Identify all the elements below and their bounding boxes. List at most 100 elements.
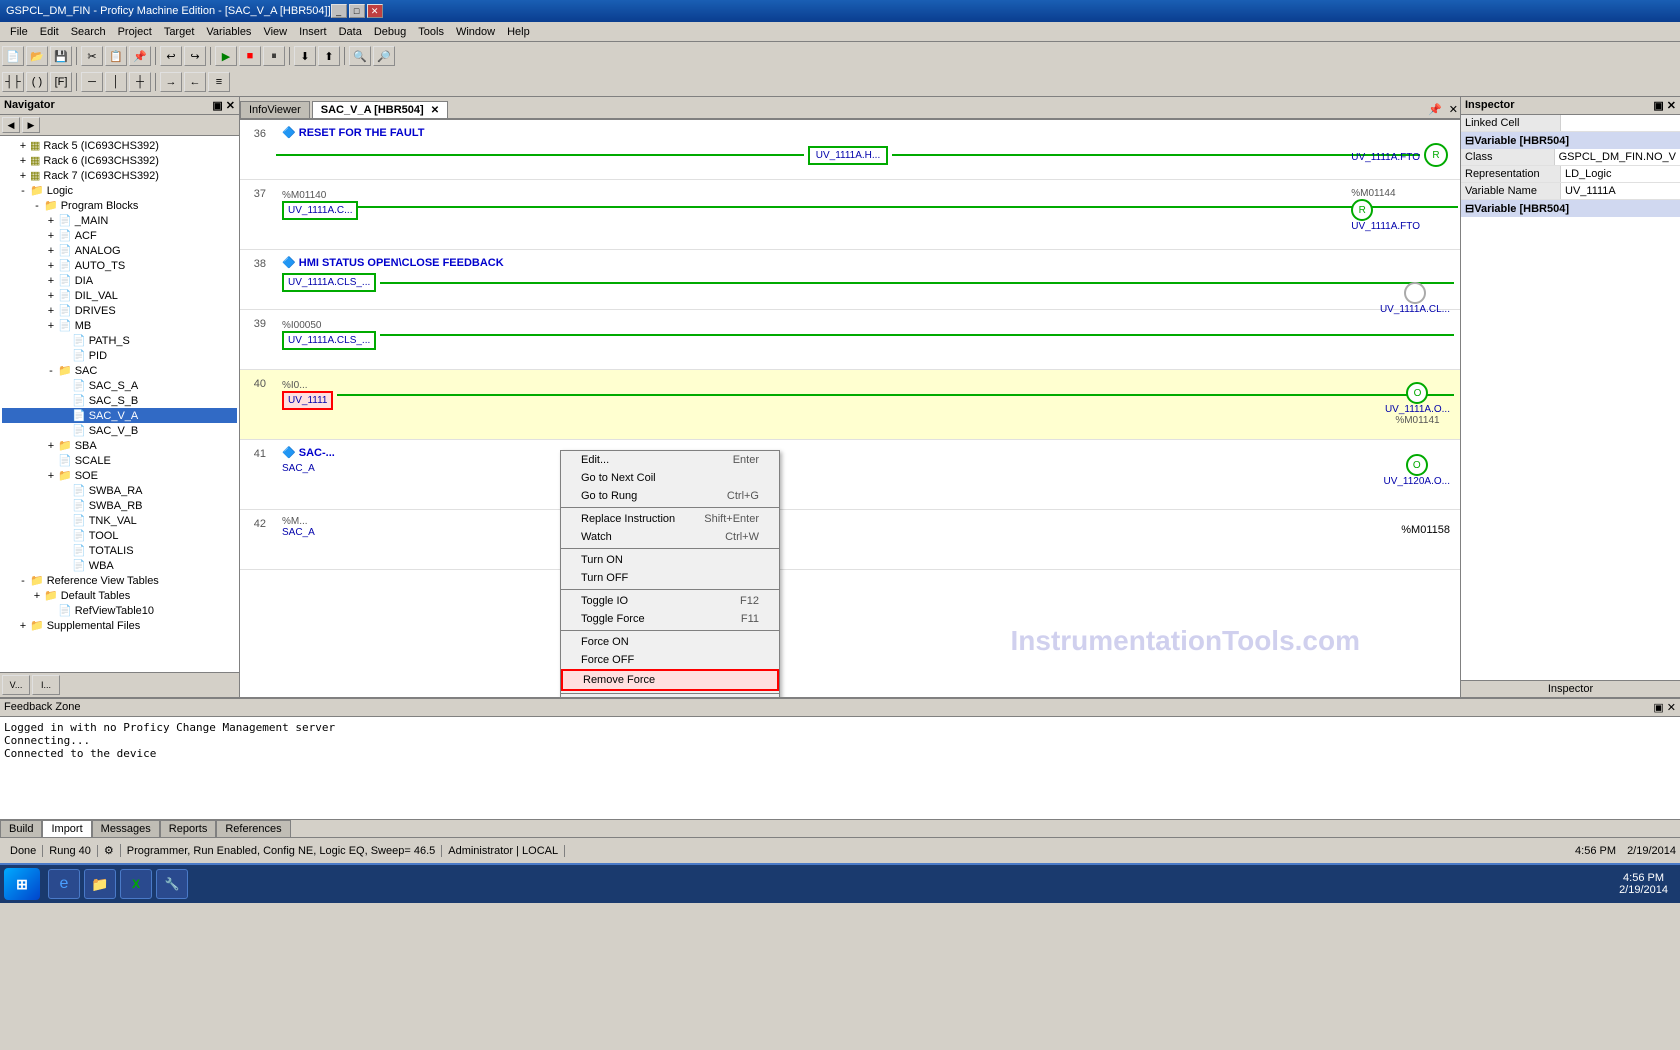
minimize-button[interactable]: _: [331, 4, 347, 18]
tb-run[interactable]: ▶: [215, 46, 237, 66]
tree-expand-dia[interactable]: +: [44, 275, 58, 287]
tree-item-refviewtable10[interactable]: + 📄 RefViewTable10: [2, 603, 237, 618]
tb-arrow-left[interactable]: ←: [184, 72, 206, 92]
tree-expand-mb[interactable]: +: [44, 320, 58, 332]
tb-cut[interactable]: ✂: [81, 46, 103, 66]
ctx-edit[interactable]: Edit... Enter: [561, 451, 779, 469]
tree-item-mb[interactable]: + 📄 MB: [2, 318, 237, 333]
maximize-button[interactable]: □: [349, 4, 365, 18]
nav-btn1[interactable]: ◀: [2, 117, 20, 133]
menu-target[interactable]: Target: [158, 24, 201, 40]
tab-sacva[interactable]: SAC_V_A [HBR504] ✕: [312, 101, 448, 118]
tree-item-defaulttables[interactable]: + 📁 Default Tables: [2, 588, 237, 603]
feedback-tab-references[interactable]: References: [216, 820, 290, 837]
tree-item-main[interactable]: + 📄 _MAIN: [2, 213, 237, 228]
tree-item-autots[interactable]: + 📄 AUTO_TS: [2, 258, 237, 273]
tree-expand-programblocks[interactable]: -: [30, 200, 44, 212]
ctx-force-off[interactable]: Force OFF: [561, 651, 779, 669]
tb-zoom-out[interactable]: 🔎: [373, 46, 395, 66]
feedback-tab-messages[interactable]: Messages: [92, 820, 160, 837]
tb-stop[interactable]: ■: [239, 46, 261, 66]
tree-item-tnkval[interactable]: + 📄 TNK_VAL: [2, 513, 237, 528]
tree-item-paths[interactable]: + 📄 PATH_S: [2, 333, 237, 348]
tb-vline[interactable]: │: [105, 72, 127, 92]
tree-expand-analog[interactable]: +: [44, 245, 58, 257]
ctx-turn-on[interactable]: Turn ON: [561, 551, 779, 569]
tree-expand-sba[interactable]: +: [44, 440, 58, 452]
tb-junction[interactable]: ┼: [129, 72, 151, 92]
tree-item-pid[interactable]: + 📄 PID: [2, 348, 237, 363]
tree-expand-rack5[interactable]: +: [16, 140, 30, 152]
feedback-tab-reports[interactable]: Reports: [160, 820, 217, 837]
tb-hline[interactable]: ─: [81, 72, 103, 92]
ctx-toggle-force[interactable]: Toggle Force F11: [561, 610, 779, 628]
tb-copy[interactable]: 📋: [105, 46, 127, 66]
menu-tools[interactable]: Tools: [412, 24, 450, 40]
menu-project[interactable]: Project: [112, 24, 158, 40]
menu-search[interactable]: Search: [65, 24, 112, 40]
close-button[interactable]: ✕: [367, 4, 383, 18]
nav-bottom-btn2[interactable]: I...: [32, 675, 60, 695]
tree-expand-rack7[interactable]: +: [16, 170, 30, 182]
tree-item-sacvb[interactable]: + 📄 SAC_V_B: [2, 423, 237, 438]
taskbar-folder[interactable]: 📁: [84, 869, 116, 899]
menu-debug[interactable]: Debug: [368, 24, 412, 40]
tree-item-refviewtables[interactable]: - 📁 Reference View Tables: [2, 573, 237, 588]
tab-pin-icon[interactable]: 📌: [1428, 104, 1442, 116]
tb-open[interactable]: 📂: [26, 46, 48, 66]
tree-item-acf[interactable]: + 📄 ACF: [2, 228, 237, 243]
ctx-toggle-io[interactable]: Toggle IO F12: [561, 592, 779, 610]
menu-edit[interactable]: Edit: [34, 24, 65, 40]
tree-expand-rack6[interactable]: +: [16, 155, 30, 167]
tab-infoviewer[interactable]: InfoViewer: [240, 101, 310, 118]
tree-item-sacva[interactable]: + 📄 SAC_V_A: [2, 408, 237, 423]
tree-item-totalis[interactable]: + 📄 TOTALIS: [2, 543, 237, 558]
tree-item-drives[interactable]: + 📄 DRIVES: [2, 303, 237, 318]
ctx-turn-off[interactable]: Turn OFF: [561, 569, 779, 587]
feedback-tab-build[interactable]: Build: [0, 820, 42, 837]
tree-item-soe[interactable]: + 📁 SOE: [2, 468, 237, 483]
tb-arrow-right[interactable]: →: [160, 72, 182, 92]
tree-expand-supplementalfiles[interactable]: +: [16, 620, 30, 632]
tree-item-programblocks[interactable]: - 📁 Program Blocks: [2, 198, 237, 213]
inspector-tab[interactable]: Inspector: [1461, 680, 1680, 697]
tree-item-sba[interactable]: + 📁 SBA: [2, 438, 237, 453]
taskbar-ie[interactable]: e: [48, 869, 80, 899]
tree-item-rack5[interactable]: + ▦ Rack 5 (IC693CHS392): [2, 138, 237, 153]
tree-item-sacsa[interactable]: + 📄 SAC_S_A: [2, 378, 237, 393]
ctx-cut[interactable]: Cut Ctrl+X: [561, 696, 779, 697]
menu-help[interactable]: Help: [501, 24, 536, 40]
tab-close-icon[interactable]: ✕: [1449, 104, 1458, 116]
tree-item-analog[interactable]: + 📄 ANALOG: [2, 243, 237, 258]
tree-expand-dilval[interactable]: +: [44, 290, 58, 302]
start-button[interactable]: ⊞: [4, 868, 40, 900]
tree-expand-soe[interactable]: +: [44, 470, 58, 482]
tree-item-scale[interactable]: + 📄 SCALE: [2, 453, 237, 468]
taskbar-app[interactable]: 🔧: [156, 869, 188, 899]
tree-item-dia[interactable]: + 📄 DIA: [2, 273, 237, 288]
tree-expand-autots[interactable]: +: [44, 260, 58, 272]
menu-view[interactable]: View: [257, 24, 293, 40]
ctx-replace[interactable]: Replace Instruction Shift+Enter: [561, 510, 779, 528]
rung37-contact1[interactable]: UV_1111A.C...: [282, 201, 358, 220]
tb-undo[interactable]: ↩: [160, 46, 182, 66]
tb-paste[interactable]: 📌: [129, 46, 151, 66]
tb-pause[interactable]: ⏸: [263, 46, 285, 66]
tab-sacva-close[interactable]: ✕: [431, 105, 439, 116]
tree-item-rack7[interactable]: + ▦ Rack 7 (IC693CHS392): [2, 168, 237, 183]
ctx-goto-next-coil[interactable]: Go to Next Coil: [561, 469, 779, 487]
ctx-watch[interactable]: Watch Ctrl+W: [561, 528, 779, 546]
tree-expand-logic[interactable]: -: [16, 185, 30, 197]
tb-func[interactable]: [F]: [50, 72, 72, 92]
tree-expand-refviewtables[interactable]: -: [16, 575, 30, 587]
tb-redo[interactable]: ↪: [184, 46, 206, 66]
menu-variables[interactable]: Variables: [200, 24, 257, 40]
tb-zoom-in[interactable]: 🔍: [349, 46, 371, 66]
tree-expand-defaulttables[interactable]: +: [30, 590, 44, 602]
tree-item-logic[interactable]: - 📁 Logic: [2, 183, 237, 198]
ctx-force-on[interactable]: Force ON: [561, 633, 779, 651]
tb-coil[interactable]: ( ): [26, 72, 48, 92]
tb-contact[interactable]: ┤├: [2, 72, 24, 92]
tree-item-dilval[interactable]: + 📄 DIL_VAL: [2, 288, 237, 303]
tree-item-sac[interactable]: - 📁 SAC: [2, 363, 237, 378]
